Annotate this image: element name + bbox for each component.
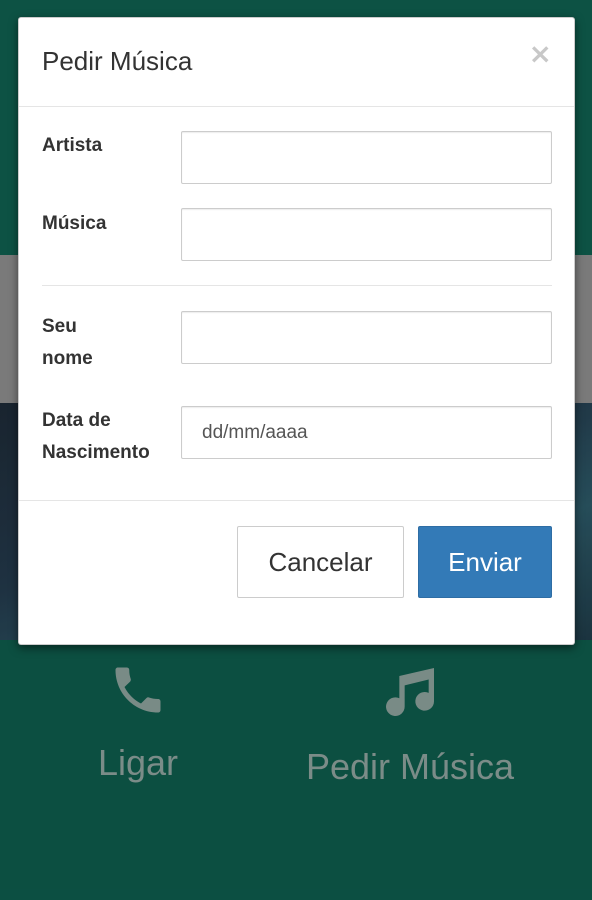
song-label: Música	[42, 213, 107, 234]
song-input[interactable]	[181, 208, 552, 261]
send-button[interactable]: Enviar	[418, 526, 552, 598]
close-icon[interactable]: ×	[529, 40, 552, 68]
request-music-modal: Pedir Música × Artista Música Seu nome D…	[18, 17, 575, 645]
birth-date-label-line2: Nascimento	[42, 442, 150, 463]
artist-label: Artista	[42, 135, 103, 156]
modal-title: Pedir Música	[42, 46, 193, 76]
birth-date-label-line1: Data de	[42, 410, 111, 431]
birth-date-label: Data de Nascimento	[42, 405, 150, 469]
birth-date-input[interactable]	[181, 406, 552, 459]
modal-footer-divider	[19, 500, 574, 501]
name-label: Seu nome	[42, 311, 93, 375]
name-input[interactable]	[181, 311, 552, 364]
cancel-button[interactable]: Cancelar	[237, 526, 404, 598]
modal-header: Pedir Música ×	[19, 18, 574, 107]
form-divider	[42, 285, 552, 286]
name-label-line2: nome	[42, 348, 93, 369]
name-label-line1: Seu	[42, 316, 77, 337]
artist-input[interactable]	[181, 131, 552, 184]
